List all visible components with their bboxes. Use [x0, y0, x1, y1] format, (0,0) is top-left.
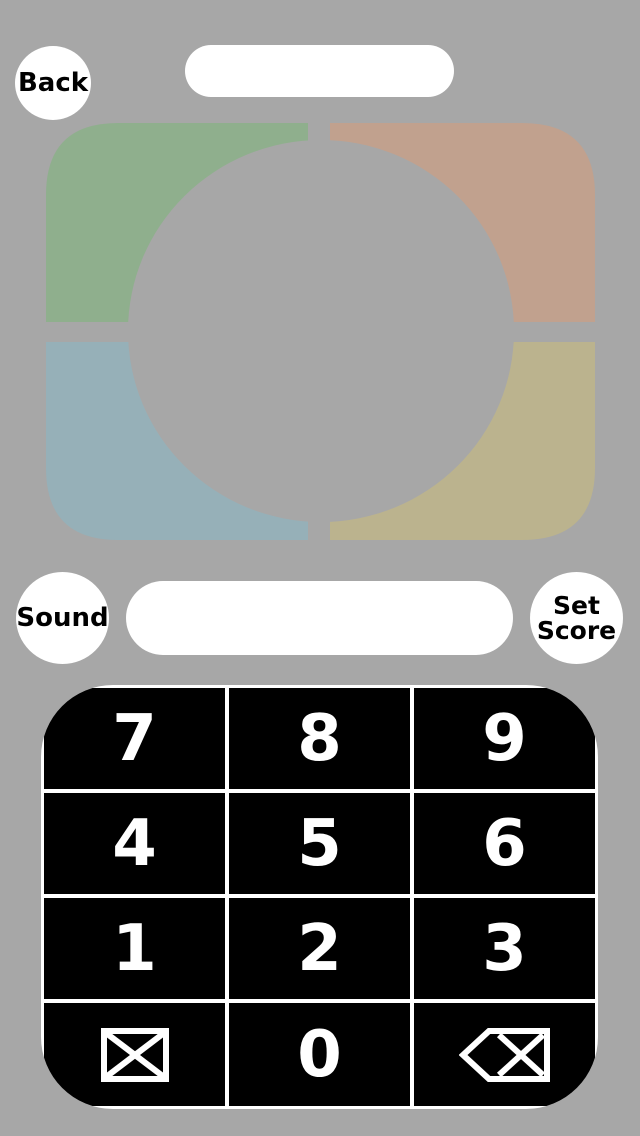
sound-button[interactable]: Sound [16, 572, 109, 664]
number-display [126, 581, 513, 655]
back-button[interactable]: Back [15, 46, 91, 120]
key-5[interactable]: 5 [229, 793, 410, 894]
backspace-icon [458, 1027, 550, 1082]
yellow-pad[interactable] [330, 342, 595, 540]
orange-pad[interactable] [330, 123, 595, 322]
backspace-key[interactable] [414, 1003, 595, 1106]
key-2[interactable]: 2 [229, 898, 410, 999]
key-4[interactable]: 4 [44, 793, 225, 894]
set-score-button[interactable]: Set Score [530, 572, 623, 664]
keypad: 7 8 9 4 5 6 1 2 3 0 [41, 685, 598, 1109]
key-7[interactable]: 7 [44, 688, 225, 789]
key-3[interactable]: 3 [414, 898, 595, 999]
key-9[interactable]: 9 [414, 688, 595, 789]
key-1[interactable]: 1 [44, 898, 225, 999]
key-0[interactable]: 0 [229, 1003, 410, 1106]
clear-box-icon [100, 1027, 169, 1082]
clear-key[interactable] [44, 1003, 225, 1106]
green-pad[interactable] [46, 123, 308, 322]
score-display [185, 45, 454, 97]
key-8[interactable]: 8 [229, 688, 410, 789]
key-6[interactable]: 6 [414, 793, 595, 894]
blue-pad[interactable] [46, 342, 308, 540]
